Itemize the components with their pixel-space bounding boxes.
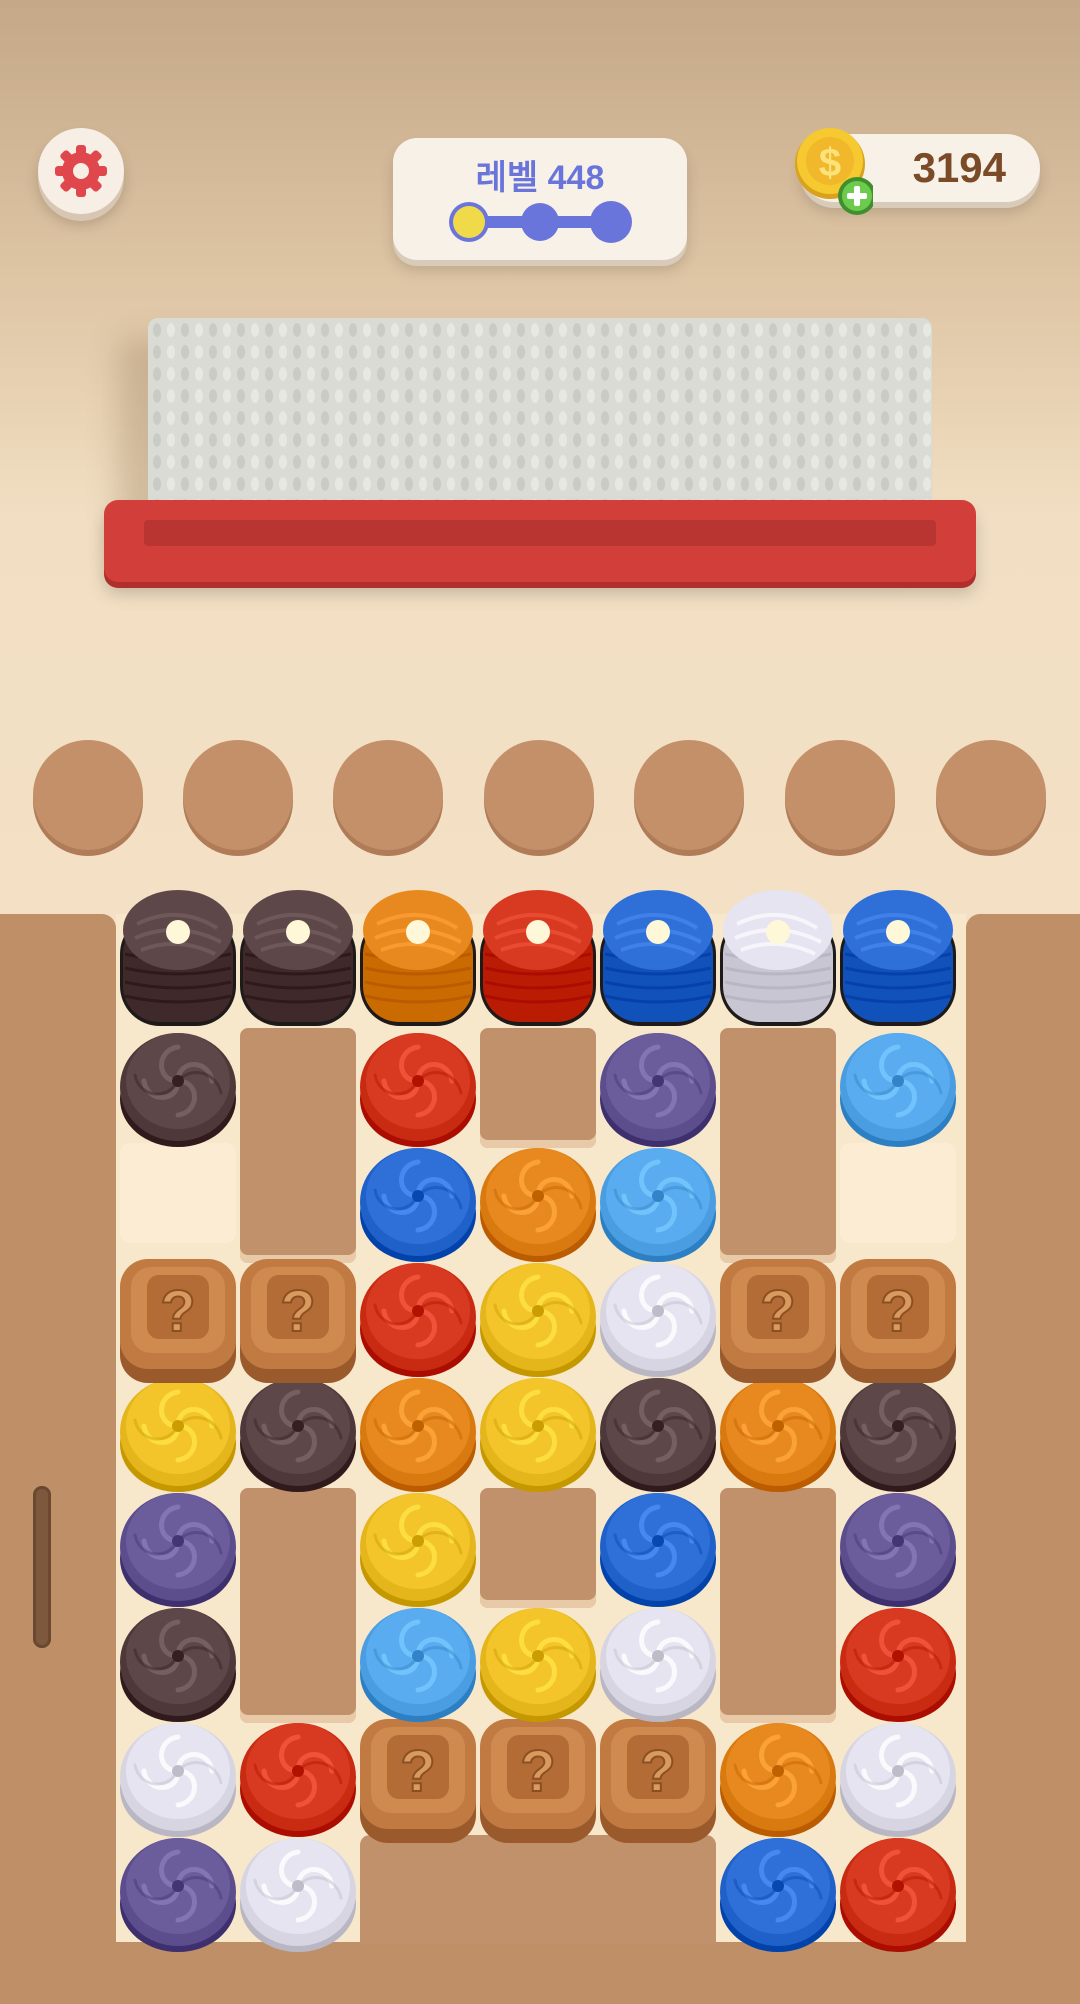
yarn-ball-purple[interactable] (117, 1023, 239, 1153)
yarn-ball-lightblue[interactable] (837, 1023, 959, 1153)
yarn-ball-red[interactable] (357, 1253, 479, 1383)
yarn-ball-white[interactable] (837, 1713, 959, 1843)
coin-count: 3194 (912, 144, 1006, 191)
svg-text:?: ? (400, 1739, 435, 1804)
gear-icon (55, 145, 107, 197)
yarn-ball-lightblue[interactable] (597, 1138, 719, 1268)
yarn-ball-white[interactable] (117, 1713, 239, 1843)
yarn-ball-white[interactable] (237, 1828, 359, 1958)
svg-text:?: ? (760, 1279, 795, 1344)
progress-stage-2 (521, 203, 559, 241)
yarn-spool-blue[interactable] (597, 884, 719, 1032)
svg-text:?: ? (640, 1739, 675, 1804)
mystery-crate[interactable]: ? (117, 1249, 239, 1387)
yarn-ball-white[interactable] (597, 1253, 719, 1383)
yarn-ball-red[interactable] (357, 1023, 479, 1153)
yarn-ball-red[interactable] (837, 1598, 959, 1728)
yarn-ball-purple[interactable] (597, 1023, 719, 1153)
progress-stage-3 (590, 201, 632, 243)
board-pit (360, 1835, 716, 1944)
yarn-ball-purple[interactable] (837, 1483, 959, 1613)
yarn-ball-brown[interactable] (117, 1598, 239, 1728)
yarn-spool-blue[interactable] (837, 884, 959, 1032)
yarn-ball-blue[interactable] (717, 1828, 839, 1958)
yarn-ball-orange[interactable] (357, 1368, 479, 1498)
mystery-crate[interactable]: ? (597, 1709, 719, 1847)
svg-text:?: ? (880, 1279, 915, 1344)
yarn-ball-orange[interactable] (477, 1138, 599, 1268)
yarn-ball-orange[interactable] (717, 1713, 839, 1843)
yarn-ball-red[interactable] (837, 1828, 959, 1958)
holding-slot[interactable] (936, 740, 1046, 850)
yarn-ball-purple[interactable] (117, 1483, 239, 1613)
mystery-crate[interactable]: ? (837, 1249, 959, 1387)
holding-slot[interactable] (33, 740, 143, 850)
yarn-ball-yellow[interactable] (477, 1253, 599, 1383)
yarn-ball-white[interactable] (597, 1598, 719, 1728)
scroll-handle[interactable] (33, 1486, 51, 1648)
board-wall (240, 1028, 356, 1263)
yarn-ball-yellow[interactable] (117, 1368, 239, 1498)
yarn-ball-orange[interactable] (717, 1368, 839, 1498)
yarn-ball-blue[interactable] (357, 1138, 479, 1268)
board-wall (720, 1028, 836, 1263)
svg-text:?: ? (160, 1279, 195, 1344)
yarn-ball-brown[interactable] (597, 1368, 719, 1498)
board-side-left (0, 914, 116, 2004)
level-panel: 레벨 448 (393, 138, 687, 260)
yarn-spool-orange[interactable] (357, 884, 479, 1032)
yarn-ball-lightblue[interactable] (357, 1598, 479, 1728)
level-label: 레벨 448 (475, 159, 605, 197)
yarn-spool-brown[interactable] (237, 884, 359, 1032)
yarn-spool-brown[interactable] (117, 884, 239, 1032)
holding-slot[interactable] (634, 740, 744, 850)
svg-text:?: ? (520, 1739, 555, 1804)
mystery-crate[interactable]: ? (237, 1249, 359, 1387)
level-progress-bar (449, 201, 632, 243)
board-wall (720, 1488, 836, 1723)
yarn-ball-yellow[interactable] (477, 1368, 599, 1498)
board-wall (240, 1488, 356, 1723)
holding-slot[interactable] (484, 740, 594, 850)
empty-cell (120, 1143, 236, 1243)
board-wall (480, 1028, 596, 1148)
yarn-ball-brown[interactable] (837, 1368, 959, 1498)
yarn-ball-brown[interactable] (237, 1368, 359, 1498)
holding-slot[interactable] (785, 740, 895, 850)
board-side-right (966, 914, 1080, 2004)
mystery-crate[interactable]: ? (357, 1709, 479, 1847)
yarn-ball-red[interactable] (237, 1713, 359, 1843)
empty-cell (840, 1143, 956, 1243)
svg-text:?: ? (280, 1279, 315, 1344)
game-screen: 레벨 448 3194 $ ? ? ? ? ? ? ? (0, 0, 1080, 2004)
holding-slot[interactable] (333, 740, 443, 850)
yarn-spool-red[interactable] (477, 884, 599, 1032)
board-wall (480, 1488, 596, 1608)
yarn-ball-blue[interactable] (597, 1483, 719, 1613)
coin-icon: $ (795, 128, 873, 215)
yarn-ball-purple[interactable] (117, 1828, 239, 1958)
yarn-ball-yellow[interactable] (357, 1483, 479, 1613)
mystery-crate[interactable]: ? (717, 1249, 839, 1387)
yarn-spool-white[interactable] (717, 884, 839, 1032)
mystery-crate[interactable]: ? (477, 1709, 599, 1847)
settings-button[interactable] (38, 128, 124, 214)
yarn-ball-yellow[interactable] (477, 1598, 599, 1728)
holding-slot[interactable] (183, 740, 293, 850)
svg-text:$: $ (819, 141, 841, 185)
loom-bar (104, 500, 976, 582)
